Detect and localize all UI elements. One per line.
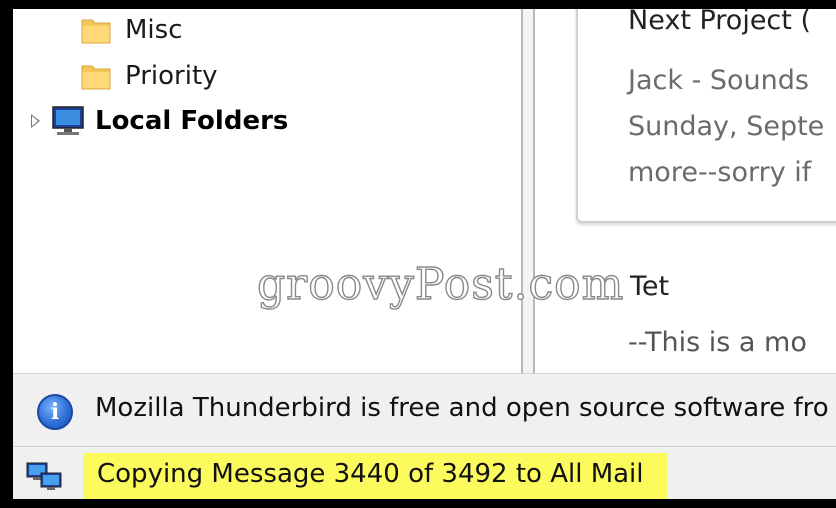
folder-icon xyxy=(81,65,111,90)
folder-label: Misc xyxy=(125,15,183,45)
folder-item-priority[interactable]: Priority xyxy=(81,58,218,94)
message-body-line: more--sorry if xyxy=(628,157,812,188)
message-body-line: Sunday, Septe xyxy=(628,111,825,142)
notification-bar: i Mozilla Thunderbird is free and open s… xyxy=(13,373,836,446)
message-body-line: Jack - Sounds xyxy=(628,65,809,96)
computer-icon xyxy=(52,106,84,135)
second-message-text: --This is a mo xyxy=(628,327,807,358)
status-bar: Copying Message 3440 of 3492 to All Mail xyxy=(13,446,836,499)
watermark: groovyPost.com xyxy=(256,258,625,310)
folder-label: Local Folders xyxy=(95,106,289,136)
info-icon: i xyxy=(37,394,73,430)
network-activity-icon[interactable] xyxy=(25,461,65,493)
second-message-title: Tet xyxy=(630,271,670,302)
thunderbird-window: Misc Priority Local Folders Next Project… xyxy=(0,0,836,508)
folder-item-local-folders[interactable]: Local Folders xyxy=(31,103,288,139)
message-subject: Next Project ( xyxy=(628,5,811,36)
folder-label: Priority xyxy=(125,61,218,91)
folder-icon xyxy=(81,19,111,44)
notification-text: Mozilla Thunderbird is free and open sou… xyxy=(95,393,829,423)
folder-item-misc[interactable]: Misc xyxy=(81,12,183,48)
collapsed-arrow-icon[interactable] xyxy=(31,114,40,128)
status-text: Copying Message 3440 of 3492 to All Mail xyxy=(97,459,644,489)
pane-splitter[interactable] xyxy=(521,9,535,374)
